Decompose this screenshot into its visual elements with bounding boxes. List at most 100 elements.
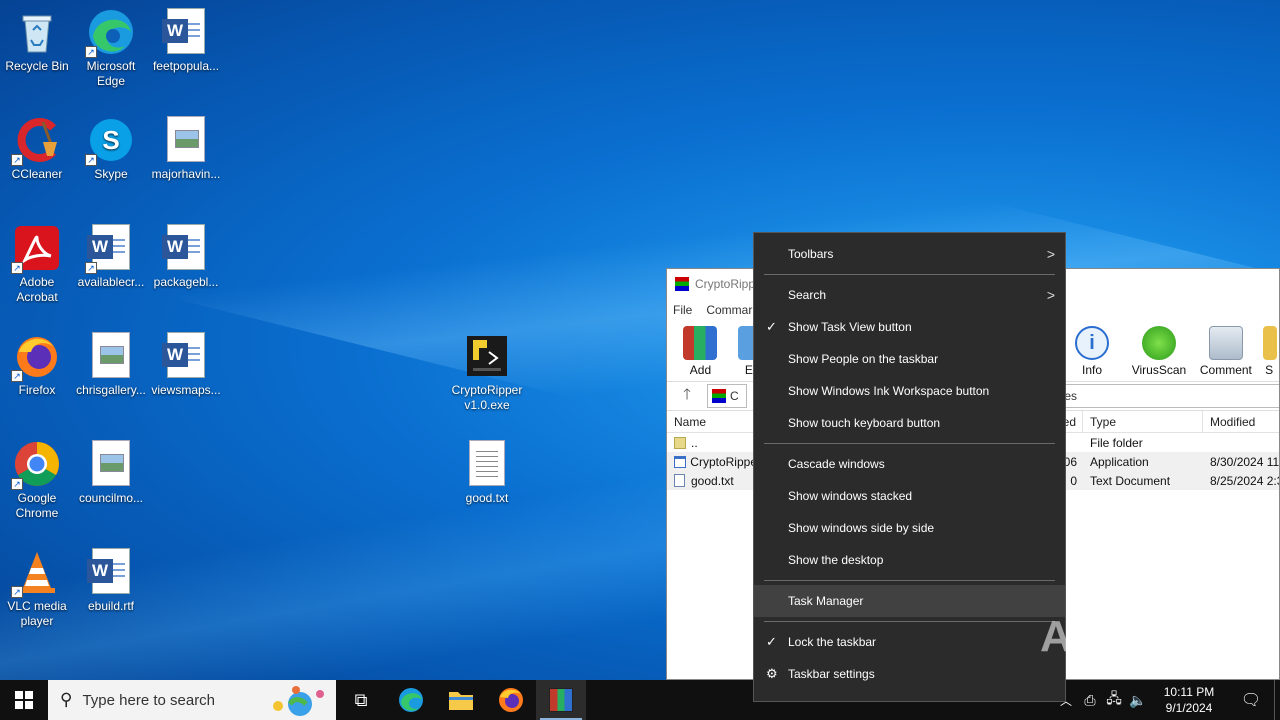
path-field[interactable]: C [707,384,747,408]
svg-text:S: S [102,125,119,155]
desktop-icon-label: Skype [94,167,128,181]
word-doc-icon: W ↗ [85,224,135,274]
menu-item-lock-taskbar[interactable]: ✓ Lock the taskbar [754,626,1065,658]
search-highlight-icon [262,684,332,716]
row-name-cell: .. [667,436,757,450]
menu-item-task-manager[interactable]: Task Manager [754,585,1065,617]
notification-icon[interactable]: 🗨 [1228,690,1274,710]
menu-item-show-touch-keyboard[interactable]: Show touch keyboard button [754,407,1065,439]
desktop-icon-feetpopula[interactable]: W feetpopula... [148,4,224,74]
taskbar-winrar[interactable] [536,680,586,720]
desktop-icon-availablecr[interactable]: W ↗ availablecr... [73,220,149,290]
desktop-icon-councilmo[interactable]: councilmo... [73,436,149,506]
menu-item-cascade-windows[interactable]: Cascade windows [754,448,1065,480]
ccleaner-icon: ↗ [11,116,61,166]
info-icon: i [1075,326,1110,360]
taskbar: ⚲ Type here to search ⧉ ︿ ⎙ 🖧 🔈 10:11 PM… [0,680,1280,720]
row-type: Text Document [1090,473,1171,488]
menu-item-label: Toolbars [788,247,834,261]
image-doc-icon [87,440,135,488]
path-size-text: ytes [1053,384,1279,408]
virusscan-button[interactable]: VirusScan [1126,326,1193,377]
menu-item-show-windows-stacked[interactable]: Show windows stacked [754,480,1065,512]
menu-item-show-task-view[interactable]: ✓ Show Task View button [754,311,1065,343]
task-view-button[interactable]: ⧉ [336,680,386,720]
desktop-icon-viewsmaps[interactable]: W viewsmaps... [148,328,224,398]
taskbar-edge[interactable] [386,680,436,720]
menu-item-toolbars[interactable]: Toolbars > [754,238,1065,270]
desktop-icon-cryptoripper[interactable]: CryptoRipper v1.0.exe [449,328,525,413]
desktop-icon-chrisgallery[interactable]: chrisgallery... [73,328,149,398]
desktop-icon-label: Adobe Acrobat [16,275,58,304]
comment-button-label: Comment [1199,363,1252,377]
folder-icon [674,436,686,449]
desktop-icon-good-txt[interactable]: good.txt [449,436,525,506]
desktop-icon-chrome[interactable]: ↗ Google Chrome [0,436,75,521]
menu-file[interactable]: File [673,303,692,317]
skype-icon: S ↗ [85,116,135,166]
search-icon: ⚲ [60,690,73,709]
desktop-icon-ebuild[interactable]: W ebuild.rtf [73,544,149,614]
taskbar-firefox[interactable] [486,680,536,720]
comment-button[interactable]: Comment [1192,326,1259,377]
taskbar-file-explorer[interactable] [436,680,486,720]
checkmark-icon: ✓ [766,634,777,649]
firefox-icon: ↗ [11,332,61,382]
desktop-icon-edge[interactable]: ↗ Microsoft Edge [73,4,149,89]
taskbar-search-box[interactable]: ⚲ Type here to search [48,680,336,720]
chevron-right-icon: > [1046,246,1055,262]
word-doc-icon: W [162,332,210,380]
desktop-icon-ccleaner[interactable]: ↗ CCleaner [0,112,75,182]
desktop-icon-majorhavin[interactable]: majorhavin... [148,112,224,182]
menu-item-label: Show the desktop [788,553,884,567]
desktop-icon-label: availablecr... [77,275,145,289]
desktop-icon-packagebl[interactable]: W packagebl... [148,220,224,290]
firefox-icon [499,688,523,712]
device-icon[interactable]: ⎙ [1078,692,1102,709]
chrome-icon: ↗ [11,440,61,490]
desktop-icon-firefox[interactable]: ↗ Firefox [0,328,75,398]
image-doc-icon [162,116,210,164]
show-desktop-button[interactable] [1274,680,1280,720]
desktop-icon-acrobat[interactable]: ↗ Adobe Acrobat [0,220,75,305]
taskbar-context-menu: Toolbars > Search > ✓ Show Task View button… [753,232,1066,702]
desktop-icon-recycle-bin[interactable]: Recycle Bin [0,4,75,74]
col-name[interactable]: Name [667,411,757,432]
desktop-icon-label: good.txt [465,491,509,505]
desktop-icon-label: Microsoft Edge [86,59,136,88]
up-arrow-icon[interactable]: 🡑 [667,384,707,409]
desktop-icon-vlc[interactable]: ↗ VLC media player [0,544,75,629]
winrar-books-icon [683,326,718,360]
add-button[interactable]: Add [667,326,734,377]
desktop-icon-label: feetpopula... [152,59,220,73]
menu-item-show-desktop[interactable]: Show the desktop [754,544,1065,576]
menu-item-search[interactable]: Search > [754,279,1065,311]
path-text: C [730,389,739,403]
row-type: File folder [1090,435,1143,450]
network-icon[interactable]: 🖧 [1102,688,1126,712]
text-file-icon [463,440,511,488]
volume-icon[interactable]: 🔈 [1126,692,1150,709]
checkmark-icon: ✓ [766,319,777,334]
menu-item-show-people[interactable]: Show People on the taskbar [754,343,1065,375]
word-doc-icon: W [162,8,210,56]
word-doc-icon: W [162,224,210,272]
info-button[interactable]: i Info [1059,326,1126,377]
row-name: CryptoRippe [690,454,757,469]
sfx-button[interactable]: S [1259,326,1279,377]
menu-separator [764,274,1055,275]
col-modified[interactable]: Modified [1203,411,1279,432]
clock[interactable]: 10:11 PM 9/1/2024 [1150,684,1228,716]
col-type[interactable]: Type [1083,411,1203,432]
desktop-icon-label: chrisgallery... [76,383,146,397]
virus-icon [1141,326,1176,360]
sfx-button-label: S [1265,363,1274,377]
menu-item-taskbar-settings[interactable]: ⚙ Taskbar settings [754,658,1065,690]
start-button[interactable] [0,680,48,720]
menu-item-show-ink-workspace[interactable]: Show Windows Ink Workspace button [754,375,1065,407]
menu-item-show-windows-side-by-side[interactable]: Show windows side by side [754,512,1065,544]
menu-commands[interactable]: Commar [706,303,752,317]
row-name: .. [691,435,698,450]
row-modified: 8/30/2024 11: [1210,454,1279,469]
desktop-icon-skype[interactable]: S ↗ Skype [73,112,149,182]
